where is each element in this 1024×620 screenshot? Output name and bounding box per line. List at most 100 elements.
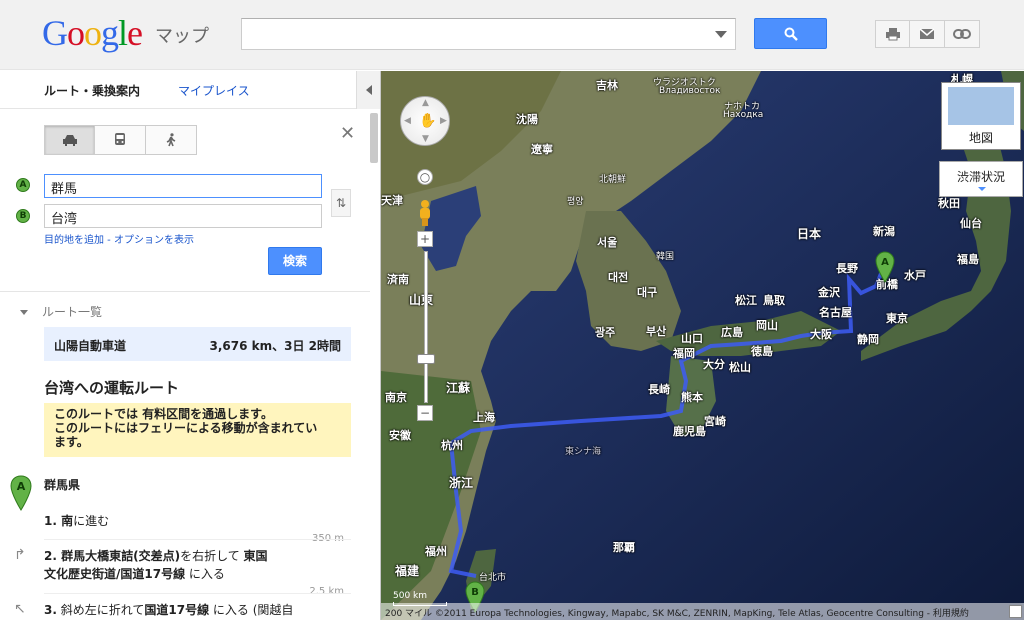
divider (0, 291, 370, 292)
mode-driving-button[interactable] (44, 125, 95, 155)
destination-field[interactable]: 台湾 (44, 204, 322, 228)
map-label: 大阪 (810, 328, 832, 341)
map-label: 광주 (595, 326, 616, 339)
mode-transit-button[interactable] (95, 125, 146, 155)
map-label: 遼寧 (531, 143, 553, 156)
map-type-label: 地図 (968, 131, 993, 145)
mail-button[interactable] (910, 20, 945, 48)
panel-tabs: ルート・乗換案内 マイプレイス (0, 71, 356, 109)
pan-right-icon[interactable]: ▶ (440, 116, 447, 126)
route-list-header[interactable]: ルート一覧 (20, 303, 102, 320)
map-label: 대전 (608, 271, 629, 284)
pan-down-icon[interactable]: ▼ (422, 134, 429, 144)
turn-right-icon: ↱ (14, 547, 26, 563)
traffic-button[interactable]: 渋滞状況 (939, 161, 1023, 197)
hand-icon: ✋ (419, 113, 437, 129)
origin-marker-icon: A (10, 475, 32, 511)
map-label: 福岡 (673, 347, 695, 360)
reset-view-button[interactable]: ○ (417, 169, 433, 185)
map-marker-a-letter: A (881, 257, 889, 268)
step-road: 南 (56, 514, 74, 528)
direction-step[interactable]: 2. 群馬大橋東詰(交差点)を右折して 東国 文化歴史街道/国道17号線 に入る (44, 547, 344, 583)
panel-scrollbar[interactable] (370, 113, 378, 163)
pan-up-icon[interactable]: ▲ (422, 98, 429, 108)
origin-field[interactable]: 群馬 (44, 174, 322, 198)
header-tools (875, 20, 980, 48)
map-type-button[interactable]: 地図 (941, 82, 1021, 150)
overview-toggle-button[interactable] (1009, 605, 1022, 618)
step-text: に入る (185, 567, 225, 581)
map-label: Находка (723, 110, 764, 120)
map-marker-b-letter: B (471, 587, 479, 598)
map-label: 長野 (836, 262, 858, 275)
direction-step[interactable]: 1. 南に進む (44, 512, 344, 530)
step-road: 国道17号線 (144, 603, 210, 617)
route-warning: このルートでは 有料区間を通過します。 このルートにはフェリーによる移動が含まれ… (44, 403, 351, 457)
pan-left-icon[interactable]: ◀ (404, 116, 411, 126)
map-label: 秋田 (938, 197, 960, 210)
zoom-out-button[interactable]: − (417, 405, 433, 421)
pegman-icon[interactable] (417, 199, 433, 227)
map-label: 山東 (409, 293, 434, 307)
route-list-label: ルート一覧 (42, 305, 103, 319)
map-label: 吉林 (596, 79, 618, 92)
map-label: 東シナ海 (565, 447, 602, 457)
map-label: 仙台 (960, 217, 982, 230)
step-road: 群馬大橋東詰(交差点) (56, 549, 181, 563)
step-text: に進む (73, 514, 110, 528)
search-icon (784, 27, 798, 41)
map-label: 南京 (385, 391, 407, 404)
swap-route-button[interactable]: ⇅ (331, 189, 351, 217)
search-dropdown-icon[interactable] (715, 31, 727, 38)
zoom-slider[interactable] (424, 251, 428, 403)
map-label: 熊本 (681, 391, 703, 404)
car-icon (62, 135, 77, 146)
zoom-slider-thumb[interactable] (417, 354, 435, 364)
map-label: 那覇 (613, 541, 635, 554)
collapse-panel-button[interactable] (356, 71, 380, 109)
route-links: 目的地を追加 - オプションを表示 (44, 231, 194, 246)
map-label: 済南 (387, 273, 409, 286)
google-logo[interactable]: Google (42, 12, 143, 54)
map-label: 대구 (637, 286, 658, 299)
add-destination-link[interactable]: 目的地を追加 (44, 235, 104, 246)
route-option-row[interactable]: 山陽自動車道 3,676 km、3日 2時間 (44, 327, 351, 361)
copyright-text[interactable]: ©2011 Europa Technologies, Kingway, Mapa… (435, 609, 969, 619)
step-number: 3. (44, 603, 57, 617)
map-label: 山口 (681, 332, 703, 345)
step-number: 1. (44, 514, 57, 528)
mode-walking-button[interactable] (146, 125, 197, 155)
map-canvas[interactable]: 吉林 ウラジオストク Владивосток ナホトカ Находка 札幌 沈… (381, 71, 1024, 620)
map-marker-a[interactable]: A (875, 251, 895, 283)
map-label: 韓国 (656, 252, 675, 262)
zoom-in-button[interactable]: + (417, 231, 433, 247)
map-label: 鳥取 (763, 294, 785, 307)
walk-icon (166, 133, 176, 147)
get-directions-button[interactable]: 検索 (268, 247, 322, 275)
direction-step[interactable]: 3. 斜め左に折れて国道17号線 に入る (関越自 (44, 601, 344, 619)
map-label: 松山 (729, 361, 751, 374)
search-button[interactable] (754, 18, 827, 49)
search-box (241, 18, 736, 50)
pan-control[interactable]: ▲ ▼ ◀ ▶ ✋ (400, 96, 450, 146)
map-label: 福州 (425, 545, 447, 558)
map-label: 浙江 (449, 476, 474, 490)
close-icon[interactable]: ✕ (340, 123, 355, 144)
map-label: 広島 (721, 326, 743, 339)
triangle-down-icon (20, 310, 28, 315)
map-label: 宮崎 (704, 415, 726, 428)
traffic-label: 渋滞状況 (956, 170, 1005, 184)
print-button[interactable] (875, 20, 910, 48)
tab-my-places[interactable]: マイプレイス (178, 82, 250, 99)
travel-modes (44, 125, 197, 155)
link-button[interactable] (945, 20, 980, 48)
search-input[interactable] (242, 19, 702, 49)
map-label: 安徽 (389, 429, 411, 442)
link-separator: - (104, 235, 114, 246)
tab-directions[interactable]: ルート・乗換案内 (44, 82, 140, 99)
header: Google マップ (0, 0, 1024, 70)
show-options-link[interactable]: オプションを表示 (114, 235, 194, 246)
warning-line: ます。 (54, 435, 89, 449)
origin-label: 群馬県 (44, 478, 81, 492)
marker-a-icon: A (16, 178, 30, 192)
